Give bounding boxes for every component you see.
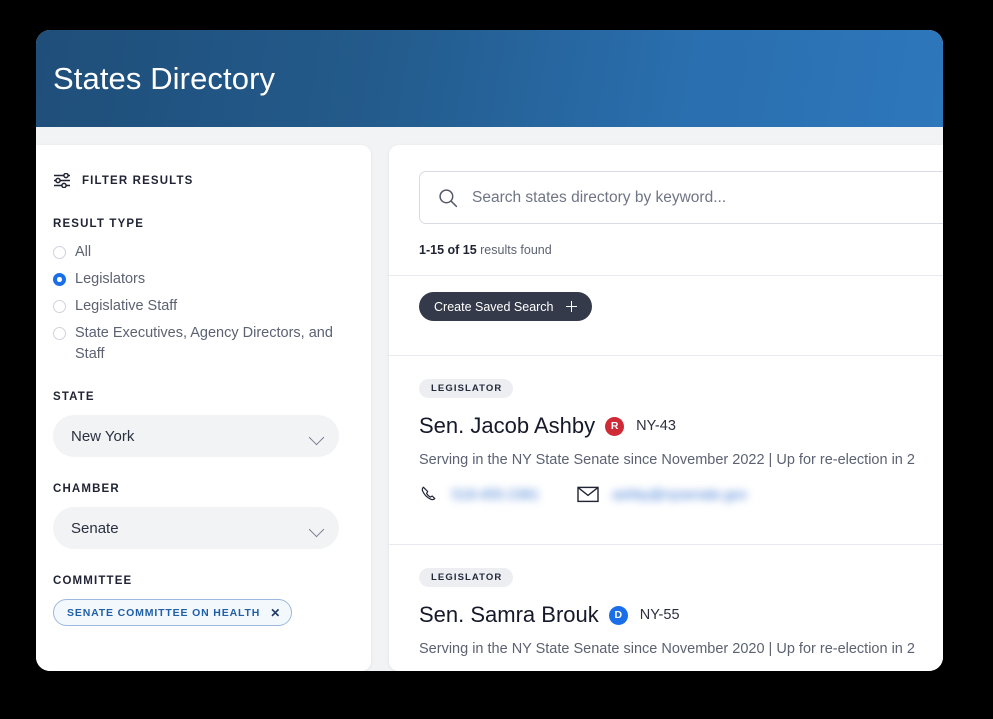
filter-sidebar: Filter Results Result Type All Legislato… [36,145,371,671]
results-range: 1-15 of 15 [419,243,477,257]
phone-icon [419,484,439,504]
email-value: ashby@nysenate.gov [612,486,747,502]
result-card[interactable]: Legislator Sen. Samra Brouk D NY-55 Serv… [389,545,943,671]
status-badge: Legislator [419,379,513,398]
committee-label: Committee [53,575,345,587]
radio-label: State Executives, Agency Directors, and … [75,323,337,365]
radio-option-legislative-staff[interactable]: Legislative Staff [53,296,345,317]
saved-search-row: Create Saved Search [389,276,943,337]
radio-indicator[interactable] [53,300,66,313]
result-name-row: Sen. Samra Brouk D NY-55 [419,602,943,628]
chamber-select-value: Senate [71,520,119,537]
serving-text: Serving in the NY State Senate since Nov… [419,452,943,468]
radio-indicator[interactable] [53,273,66,286]
chamber-select[interactable]: Senate [53,507,339,549]
district-label: NY-43 [636,418,676,434]
results-suffix: results found [477,243,552,257]
phone-contact[interactable]: 518-455-2381 [419,484,539,504]
state-label: State [53,391,345,403]
status-badge: Legislator [419,568,513,587]
contact-row: 518-455-2381 ashby@nysenate.gov [419,484,943,504]
plus-icon [566,301,577,312]
party-badge-icon: R [605,417,624,436]
district-label: NY-55 [640,607,680,623]
chamber-label: Chamber [53,483,345,495]
radio-option-all[interactable]: All [53,242,345,263]
committee-chip-label: Senate Committee on Health [67,607,260,619]
envelope-icon [577,485,599,503]
create-saved-search-button[interactable]: Create Saved Search [419,292,592,321]
radio-label: Legislative Staff [75,296,177,317]
radio-label: All [75,242,91,263]
create-saved-search-label: Create Saved Search [434,300,554,314]
radio-option-state-executives[interactable]: State Executives, Agency Directors, and … [53,323,345,365]
party-badge-icon: D [609,606,628,625]
result-type-label: Result Type [53,218,345,230]
serving-text: Serving in the NY State Senate since Nov… [419,641,943,657]
person-name[interactable]: Sen. Samra Brouk [419,602,599,628]
screen: States Directory Filter Results Resu [0,0,993,719]
chamber-filter: Chamber Senate [53,483,345,549]
app-body: Filter Results Result Type All Legislato… [36,127,943,671]
committee-filter: Committee Senate Committee on Health ✕ [53,575,345,626]
chevron-down-icon [309,430,325,446]
search-icon [438,188,458,208]
sliders-icon [53,173,72,188]
radio-label: Legislators [75,269,145,290]
filter-results-header: Filter Results [53,173,345,188]
search-input[interactable] [472,189,943,207]
results-panel: 1-15 of 15 results found Create Saved Se… [389,145,943,671]
result-card[interactable]: Legislator Sen. Jacob Ashby R NY-43 Serv… [389,356,943,526]
filter-results-label: Filter Results [82,175,194,187]
radio-option-legislators[interactable]: Legislators [53,269,345,290]
page-title: States Directory [53,61,275,97]
results-count: 1-15 of 15 results found [389,224,943,257]
state-filter: State New York [53,391,345,457]
state-select-value: New York [71,428,134,445]
search-box[interactable] [419,171,943,224]
app-window: States Directory Filter Results Resu [36,30,943,671]
phone-value: 518-455-2381 [452,486,539,502]
person-name[interactable]: Sen. Jacob Ashby [419,413,595,439]
result-name-row: Sen. Jacob Ashby R NY-43 [419,413,943,439]
radio-indicator[interactable] [53,246,66,259]
radio-indicator[interactable] [53,327,66,340]
committee-chip[interactable]: Senate Committee on Health ✕ [53,599,292,626]
app-header: States Directory [36,30,943,127]
state-select[interactable]: New York [53,415,339,457]
chevron-down-icon [309,522,325,538]
search-area [389,145,943,224]
close-icon[interactable]: ✕ [270,607,280,619]
email-contact[interactable]: ashby@nysenate.gov [577,485,747,503]
